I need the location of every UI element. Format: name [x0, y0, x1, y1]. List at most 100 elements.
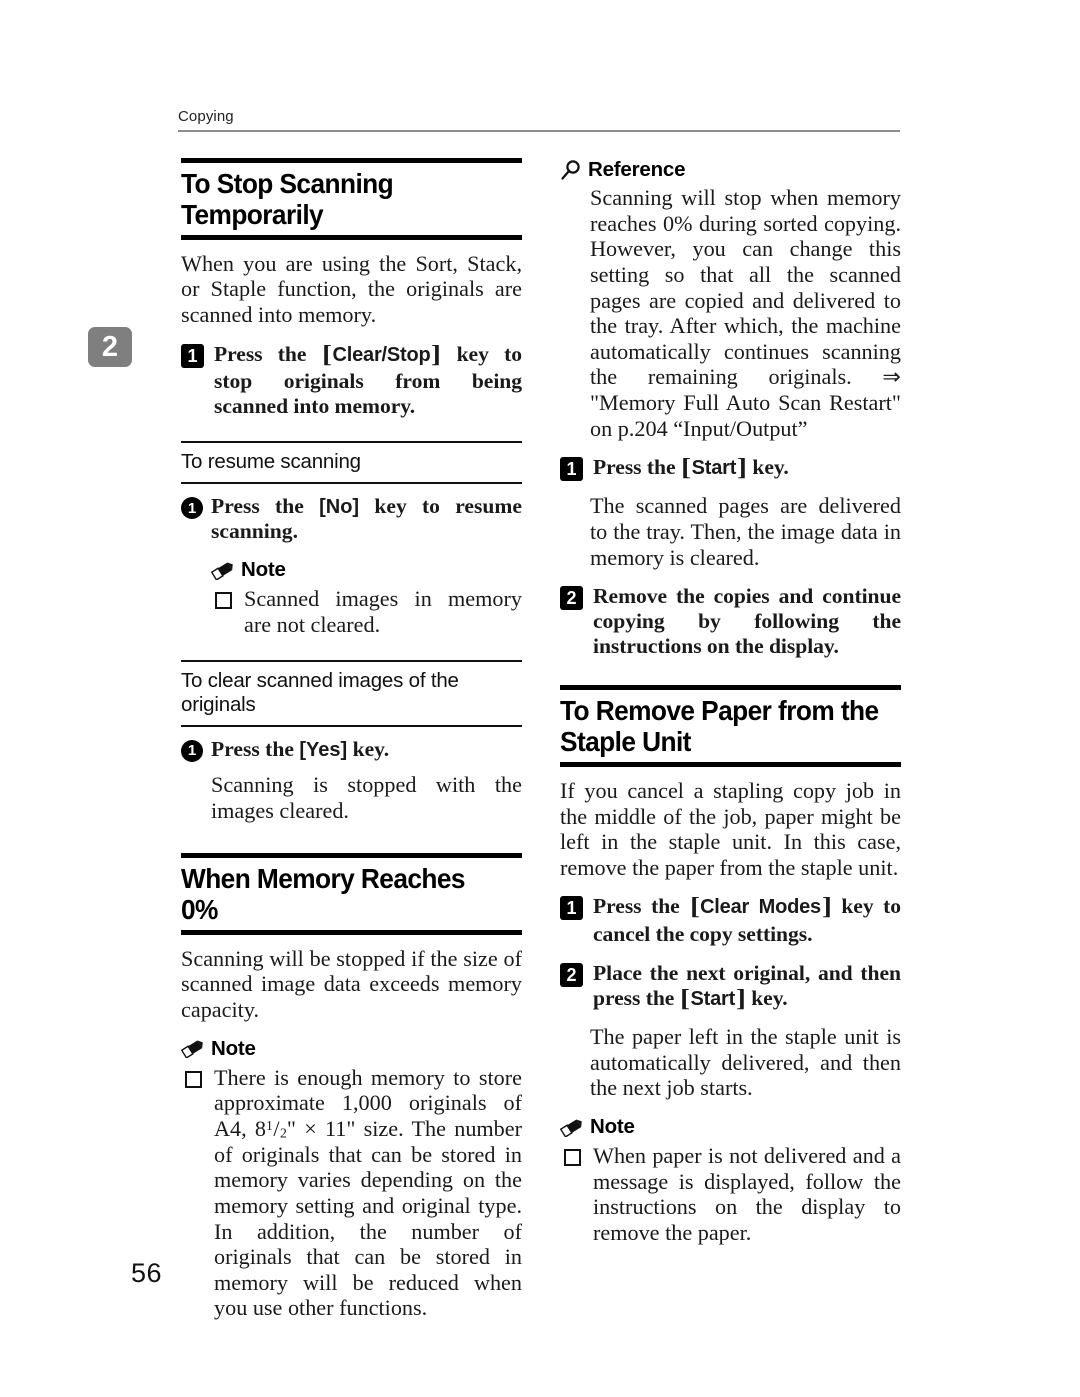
note-bullet-icon	[564, 1149, 581, 1167]
subsection-clear-images: To clear scanned images of the originals	[181, 659, 522, 727]
note-label: Note	[590, 1115, 635, 1139]
bracket-open-icon: [	[322, 341, 332, 368]
note-heading: Note	[181, 1037, 522, 1061]
substep-text-after: key.	[347, 736, 390, 761]
subsection-rule-bottom	[181, 724, 522, 727]
note-item-text-part2: " × 11" size. The number of originals th…	[214, 1116, 522, 1321]
key-label-clear-stop: [Clear/Stop]	[322, 342, 442, 368]
substep-text-before: Press the	[211, 736, 300, 761]
section-rule-top	[181, 158, 522, 163]
bracket-close-icon: ]	[821, 894, 832, 921]
key-name: Start	[691, 457, 737, 480]
pencil-icon	[211, 561, 235, 580]
note-item: When paper is not delivered and a messag…	[560, 1143, 901, 1246]
section-stop-scanning: To Stop Scanning Temporarily	[181, 158, 522, 240]
substep-marker: 1	[181, 739, 203, 762]
step-text-before: Press the	[214, 341, 322, 366]
fraction-denominator: 2	[280, 1125, 287, 1141]
section-title: To Stop Scanning Temporarily	[181, 168, 394, 230]
header-rule	[178, 130, 900, 132]
section-rule-bottom	[560, 761, 901, 767]
subsection-rule-bottom	[181, 482, 522, 485]
key-label-clear-modes: [Clear Modes]	[689, 894, 832, 920]
section-intro-paragraph: When you are using the Sort, Stack, or S…	[181, 250, 522, 327]
section-intro-paragraph: Scanning will be stopped if the size of …	[181, 945, 522, 1023]
substep-item: 1 Press the [No] key to resume scanning.	[181, 494, 522, 544]
section-rule-top	[181, 853, 522, 859]
key-label-start: [Start]	[681, 455, 747, 481]
step-marker: 1	[560, 896, 583, 921]
pencil-icon	[181, 1039, 205, 1059]
step-result-paragraph: The paper left in the staple unit is aut…	[590, 1024, 901, 1101]
key-name: Start	[690, 988, 736, 1011]
bracket-open-icon: [	[681, 455, 692, 482]
key-name: Clear Modes	[700, 896, 821, 919]
step-item: 1 Press the [Clear/Stop] key to stop ori…	[181, 342, 522, 420]
substep-text-before: Press the	[211, 494, 320, 519]
note-callout: Note Scanned images in memory are not cl…	[211, 558, 522, 637]
step-marker: 2	[560, 963, 583, 988]
chapter-tab: 2	[88, 327, 132, 367]
step-item: 1 Press the [Start] key.	[560, 455, 901, 483]
step-text-before: Press the	[593, 455, 681, 480]
bracket-close-icon: ]	[736, 455, 747, 482]
bracket-close-icon: ]	[735, 986, 746, 1013]
fraction-numerator: 1	[266, 1117, 273, 1133]
section-rule-top	[560, 685, 901, 691]
manual-page: Copying 2 56 To Stop Scanning Temporaril…	[0, 0, 1080, 1397]
substep-marker: 1	[181, 497, 203, 520]
subsection-title: To clear scanned images of the originals	[181, 668, 459, 717]
page-number: 56	[131, 1258, 163, 1288]
step-text-before: Press the	[593, 894, 690, 919]
step-item: 1 Press the [Clear Modes] key to cancel …	[560, 894, 901, 947]
substep-item: 1 Press the [Yes] key.	[181, 737, 522, 762]
note-item-text: Scanned images in memory are not cleared…	[244, 586, 522, 637]
section-title-line1: To Remove Paper from the	[560, 695, 879, 727]
section-title: To Remove Paper from the Staple Unit	[560, 695, 886, 759]
note-item: Scanned images in memory are not cleared…	[211, 586, 522, 637]
note-label: Note	[241, 558, 286, 582]
note-label: Note	[211, 1036, 256, 1060]
step-marker: 1	[560, 457, 583, 482]
section-title-line2: Staple Unit	[560, 726, 691, 758]
pencil-icon	[560, 1118, 584, 1137]
step-marker: 1	[181, 343, 204, 368]
step-marker: 2	[560, 586, 583, 611]
note-heading: Note	[211, 558, 522, 582]
section-rule-bottom	[181, 929, 522, 935]
magnifier-icon	[560, 159, 582, 181]
reference-body: Scanning will stop when memory reaches 0…	[590, 185, 901, 441]
subsection-title: To resume scanning	[181, 450, 361, 474]
key-label-start: [Start]	[680, 986, 746, 1012]
section-remove-paper: To Remove Paper from the Staple Unit	[560, 685, 901, 767]
right-column: Reference Scanning will stop when memory…	[560, 158, 901, 1246]
section-title: When Memory Reaches 0%	[181, 863, 466, 925]
bracket-open-icon: [	[680, 986, 690, 1013]
reference-heading: Reference	[560, 158, 901, 182]
note-bullet-icon	[185, 1070, 202, 1088]
note-callout: Note There is enough memory to store app…	[181, 1037, 522, 1321]
running-head: Copying	[178, 108, 234, 125]
note-item-text: When paper is not delivered and a messag…	[593, 1143, 901, 1246]
section-rule-bottom	[181, 234, 522, 240]
substep-result-paragraph: Scanning is stopped with the images clea…	[211, 771, 522, 823]
section-intro-paragraph: If you cancel a stapling copy job in the…	[560, 777, 901, 880]
key-label-yes: [Yes]	[299, 738, 348, 761]
note-callout: Note When paper is not delivered and a m…	[560, 1115, 901, 1246]
step-result-paragraph: The scanned pages are delivered to the t…	[590, 493, 901, 570]
step-text-after: key.	[747, 455, 789, 480]
note-item: There is enough memory to store approxim…	[181, 1065, 522, 1321]
key-name: No	[325, 496, 353, 519]
reference-callout: Reference Scanning will stop when memory…	[560, 158, 901, 441]
step-text-after: key.	[745, 986, 788, 1011]
key-label-no: [No]	[319, 496, 360, 519]
key-name: Clear/Stop	[332, 343, 431, 366]
bracket-open-icon: [	[689, 894, 700, 921]
note-bullet-icon	[215, 592, 232, 610]
step-item: 2 Remove the copies and continue copying…	[560, 584, 901, 659]
key-name: Yes	[306, 738, 341, 761]
step-text: Remove the copies and continue copying b…	[593, 584, 901, 659]
step-item: 2 Place the next original, and then pres…	[560, 961, 901, 1014]
subsection-resume-scanning: To resume scanning	[181, 441, 522, 485]
note-heading: Note	[560, 1115, 901, 1139]
